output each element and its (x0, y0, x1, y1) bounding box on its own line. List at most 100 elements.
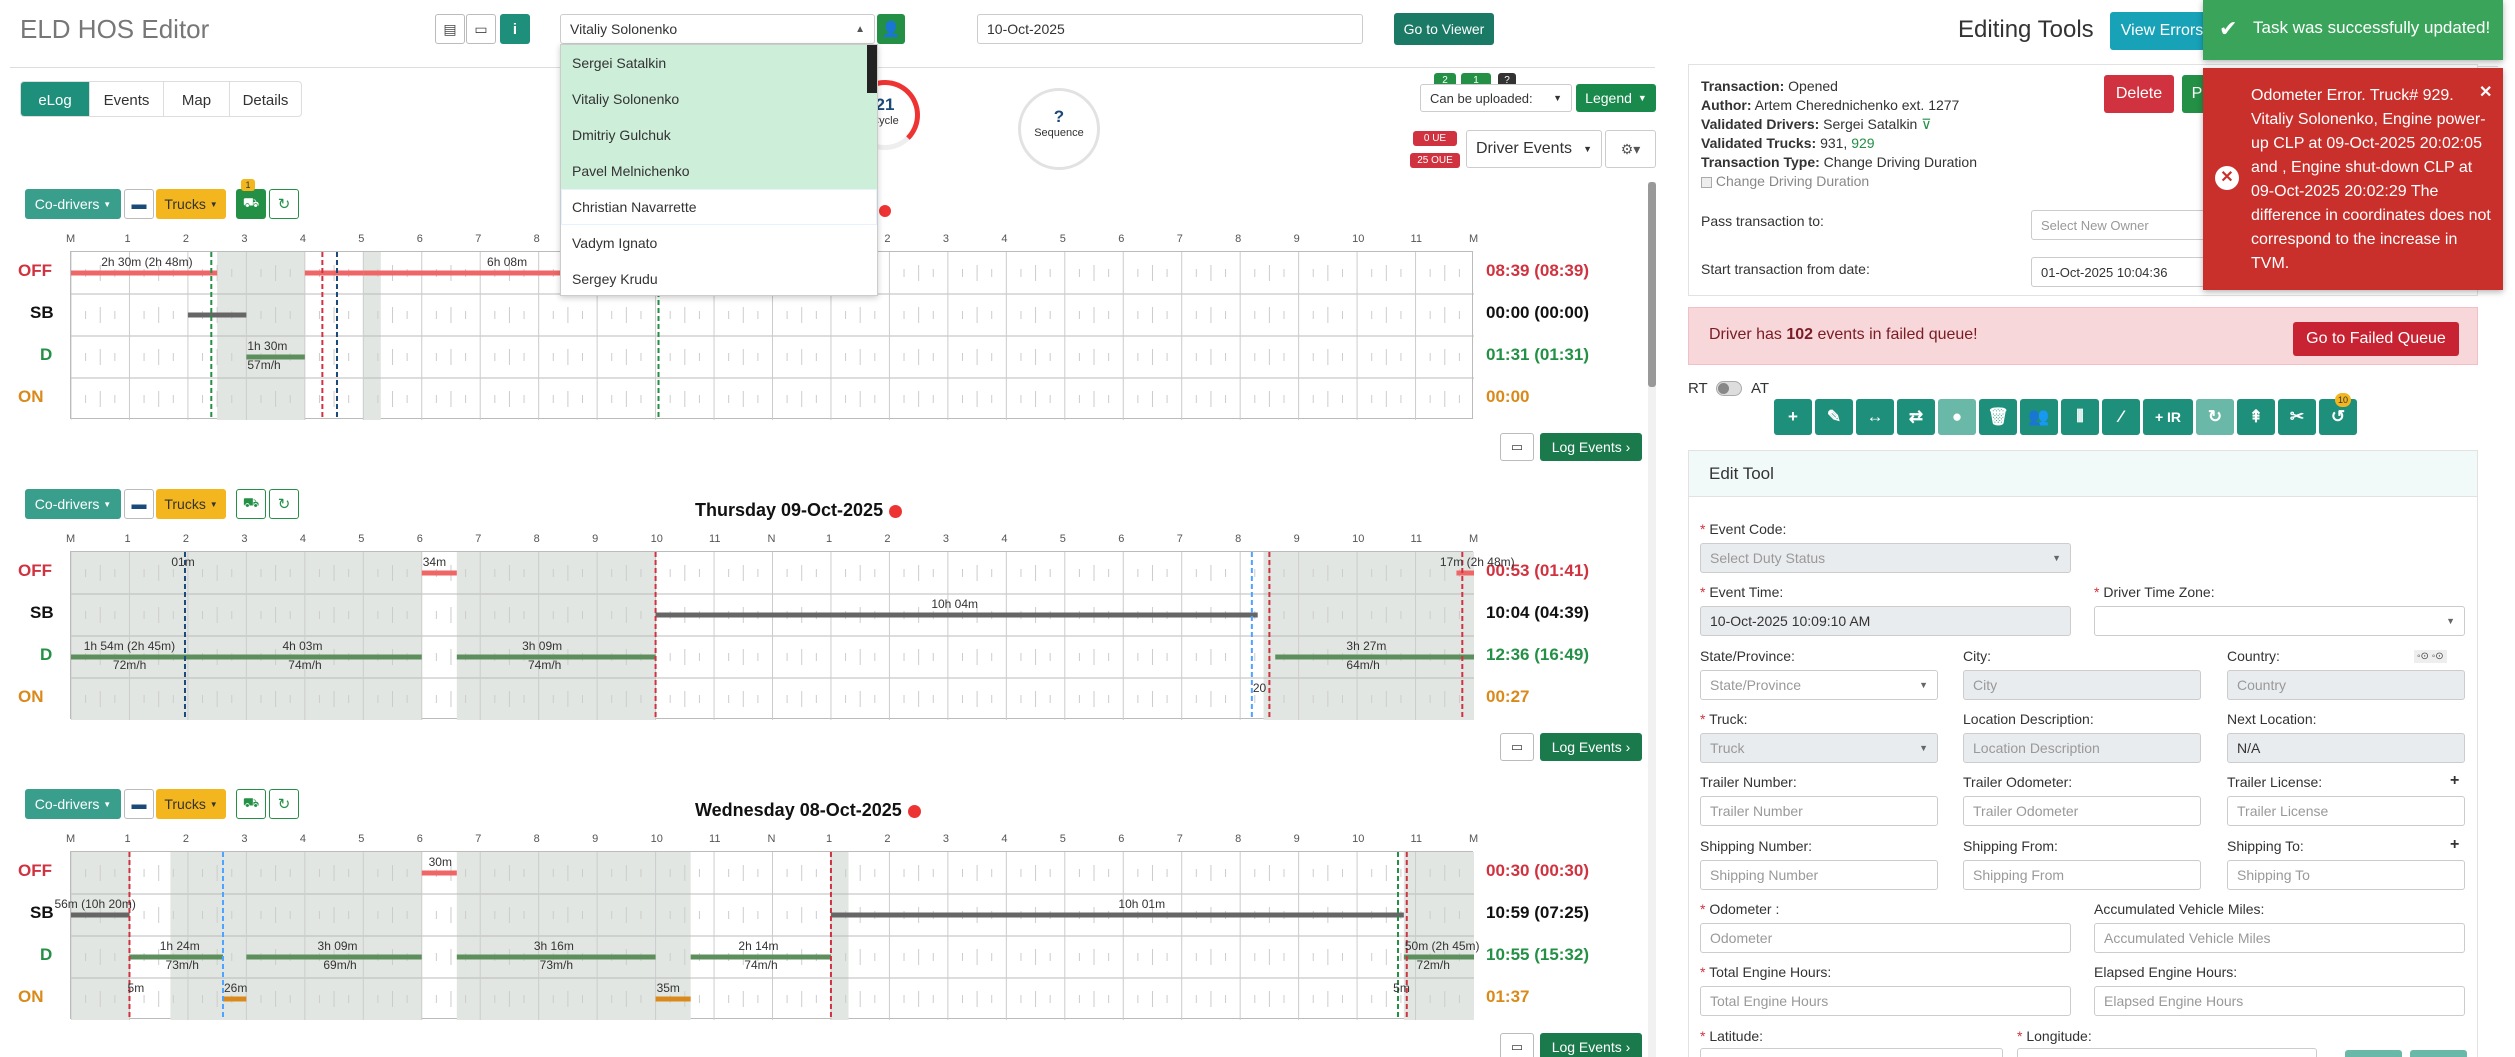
trailer-odometer-input[interactable]: Trailer Odometer (1963, 796, 2201, 826)
location-toggle-icons[interactable]: ◦⊙ ◦⊙ (2414, 650, 2447, 663)
driver-events-select[interactable]: Driver Events ▼ (1466, 130, 1602, 168)
truck-validate-button[interactable]: ⛟ (236, 189, 266, 219)
longitude-input[interactable] (2017, 1048, 2317, 1057)
driver-tz-select[interactable]: ▼ (2094, 606, 2465, 636)
city-input[interactable]: City (1963, 670, 2201, 700)
log-events-button[interactable]: Log Events › (1540, 733, 1642, 761)
hour-label: 9 (592, 833, 599, 845)
day-title-text: Wednesday 08-Oct-2025 (695, 800, 902, 820)
can-upload-select[interactable]: Can be uploaded: ▼ (1420, 84, 1572, 112)
map-pick-button[interactable] (2345, 1050, 2402, 1057)
dropdown-item[interactable]: Sergey Krudu (561, 261, 877, 295)
refresh-icon[interactable]: ↻ (269, 789, 299, 819)
user-icon[interactable]: ● (1938, 399, 1976, 435)
dropdown-item[interactable]: Pavel Melnichenko (561, 153, 877, 189)
add-ir-button[interactable]: + IR (2143, 399, 2193, 435)
tab-map[interactable]: Map (163, 82, 229, 116)
dropdown-item[interactable]: Christian Navarrette (561, 189, 877, 225)
edit-tool-title: Edit Tool (1709, 464, 1774, 483)
refresh-icon[interactable]: ↻ (269, 489, 299, 519)
new-owner-select[interactable]: Select New Owner (2031, 210, 2211, 240)
status-label-off: OFF (18, 861, 52, 880)
scrollbar-thumb[interactable] (1648, 182, 1656, 387)
shipping-from-input[interactable]: Shipping From (1963, 860, 2201, 890)
legend-button[interactable]: Legend ▼ (1576, 84, 1656, 112)
checkbox-icon[interactable] (1701, 176, 1712, 188)
doc-icon-button[interactable]: ▤ (435, 14, 465, 44)
truck-validate-button[interactable]: ⛟ (236, 489, 266, 519)
columns-icon[interactable]: ⦀ (2061, 399, 2099, 435)
dropdown-item[interactable]: Sergei Satalkin (561, 45, 877, 81)
driver-user-button[interactable]: 👤 (877, 14, 905, 44)
truck-icon-button[interactable]: ▬ (124, 789, 154, 819)
start-date-input[interactable]: 01-Oct-2025 10:04:36 (2031, 257, 2211, 287)
truck-icon-button[interactable]: ▬ (124, 489, 154, 519)
users-icon[interactable]: 👥 (2020, 399, 2058, 435)
trucks-button[interactable]: Trucks ▼ (156, 189, 226, 219)
swap-icon[interactable]: ⇄ (1897, 399, 1935, 435)
co-drivers-button[interactable]: Co-drivers ▼ (25, 789, 121, 819)
dropdown-scrollbar[interactable] (867, 45, 877, 93)
odometer-input[interactable]: Odometer (1700, 923, 2071, 953)
country-input[interactable]: Country (2227, 670, 2465, 700)
engine-hours-input[interactable]: Total Engine Hours (1700, 986, 2071, 1016)
text-height-icon[interactable]: ⇞ (2237, 399, 2275, 435)
refresh-icon[interactable]: ↻ (2196, 399, 2234, 435)
settings-dropdown[interactable]: ⚙▾ (1605, 130, 1656, 168)
trash-icon[interactable]: 🗑 (1979, 399, 2017, 435)
hos-grid[interactable] (70, 851, 1474, 1020)
location-description-input[interactable]: Location Description (1963, 733, 2201, 763)
dropdown-item[interactable]: Dmitriy Gulchuk (561, 117, 877, 153)
driver-select[interactable]: Vitaliy Solonenko ▲ (560, 14, 875, 44)
field-label: * Latitude: (1700, 1028, 1763, 1044)
add-trailer-icon[interactable]: + (2450, 772, 2459, 790)
trailer-license-input[interactable]: Trailer License (2227, 796, 2465, 826)
go-to-viewer-button[interactable]: Go to Viewer (1394, 13, 1494, 45)
date-input[interactable]: 10-Oct-2025 (977, 14, 1363, 44)
go-to-failed-queue-button[interactable]: Go to Failed Queue (2293, 322, 2459, 356)
rt-at-toggle[interactable] (1716, 381, 1742, 396)
magic-icon[interactable]: ⁄ (2102, 399, 2140, 435)
truck-validate-button[interactable]: ⛟ (236, 789, 266, 819)
comment-icon-button[interactable]: ▭ (1500, 1033, 1534, 1057)
elapsed-hours-input[interactable]: Elapsed Engine Hours (2094, 986, 2465, 1016)
arrows-h-icon[interactable]: ↔ (1856, 399, 1894, 435)
co-drivers-button[interactable]: Co-drivers ▼ (25, 189, 121, 219)
scissors-icon[interactable]: ✂ (2278, 399, 2316, 435)
truck-select[interactable]: Truck ▼ (1700, 733, 1938, 763)
trucks-button[interactable]: Trucks ▼ (156, 489, 226, 519)
next-location-input[interactable]: N/A (2227, 733, 2465, 763)
view-errors-button[interactable]: View Errors (2110, 12, 2214, 50)
add-icon[interactable]: + (1774, 399, 1812, 435)
log-events-button[interactable]: Log Events › (1540, 1033, 1642, 1057)
trailer-number-input[interactable]: Trailer Number (1700, 796, 1938, 826)
note-icon-button[interactable]: ▭ (466, 14, 496, 44)
comment-icon-button[interactable]: ▭ (1500, 433, 1534, 461)
shipping-to-input[interactable]: Shipping To (2227, 860, 2465, 890)
truck-icon-button[interactable]: ▬ (124, 189, 154, 219)
field-label-text: Truck: (1709, 711, 1748, 727)
tab-events[interactable]: Events (89, 82, 163, 116)
event-time-input[interactable]: 10-Oct-2025 10:09:10 AM (1700, 606, 2071, 636)
latitude-input[interactable] (1700, 1048, 2003, 1057)
trucks-button[interactable]: Trucks ▼ (156, 789, 226, 819)
info-button[interactable]: i (500, 14, 530, 44)
log-events-button[interactable]: Log Events › (1540, 433, 1642, 461)
co-drivers-button[interactable]: Co-drivers ▼ (25, 489, 121, 519)
state-select[interactable]: State/Province ▼ (1700, 670, 1938, 700)
tab-details[interactable]: Details (229, 82, 301, 116)
dropdown-item[interactable]: Vitaliy Solonenko (561, 81, 877, 117)
comment-icon-button[interactable]: ▭ (1500, 733, 1534, 761)
refresh-icon[interactable]: ↻ (269, 189, 299, 219)
accumulated-miles-input[interactable]: Accumulated Vehicle Miles (2094, 923, 2465, 953)
add-shipping-icon[interactable]: + (2450, 836, 2459, 854)
event-code-select[interactable]: Select Duty Status ▼ (1700, 543, 2071, 573)
delete-button[interactable]: Delete (2104, 75, 2174, 113)
map-clear-button[interactable] (2410, 1050, 2467, 1057)
dropdown-item[interactable]: Vadym Ignato (561, 225, 877, 261)
change-duration-checkbox-row[interactable]: Change Driving Duration (1701, 172, 1977, 191)
shipping-number-input[interactable]: Shipping Number (1700, 860, 1938, 890)
tab-elog[interactable]: eLog (21, 82, 89, 116)
hour-label: 3 (942, 233, 949, 245)
pencil-icon[interactable]: ✎ (1815, 399, 1853, 435)
